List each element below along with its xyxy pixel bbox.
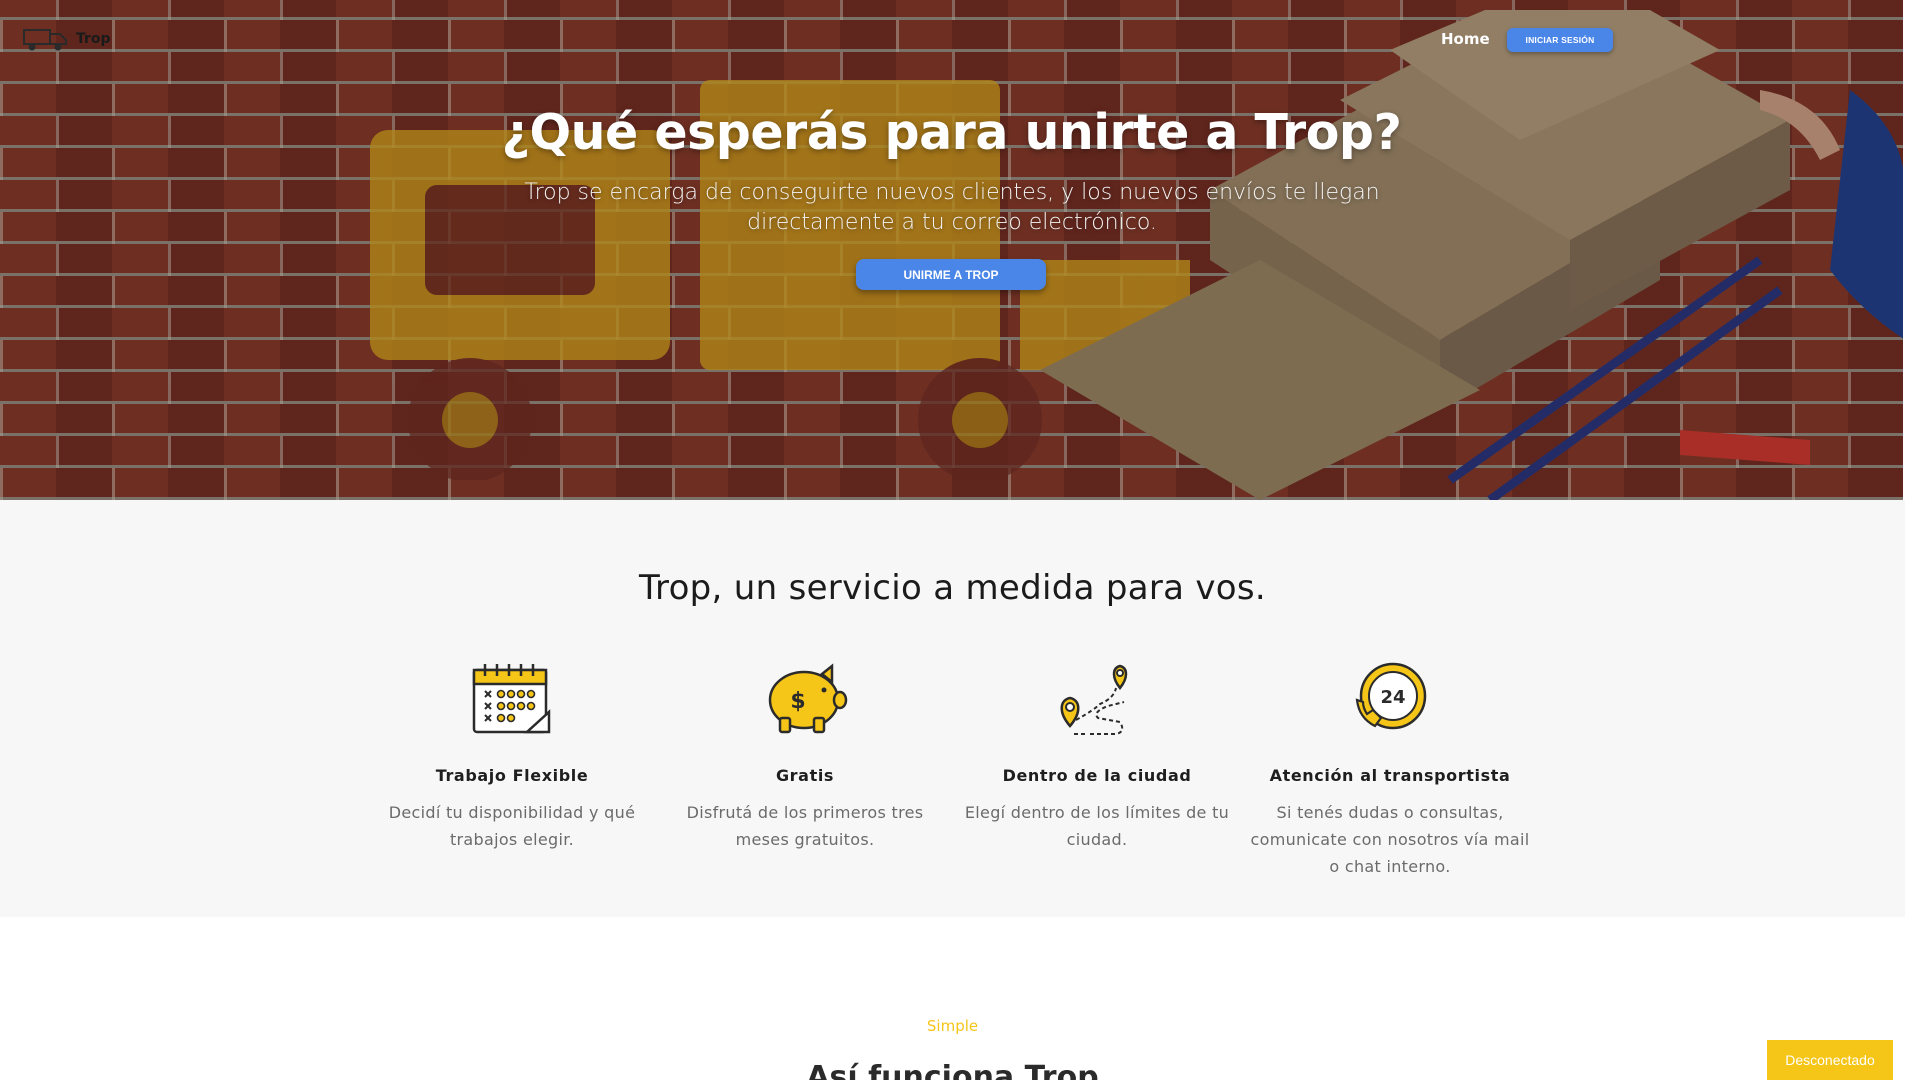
brand-logo[interactable]: Trop xyxy=(22,26,111,52)
hero-section: Trop Home INICIAR SESIÓN ¿Qué esperás pa… xyxy=(0,0,1903,500)
features-section: Trop, un servicio a medida para vos. Tra… xyxy=(0,500,1905,917)
feature-card-flexible: Trabajo Flexible Decidí tu disponibilida… xyxy=(366,660,658,853)
route-pin-icon xyxy=(1060,664,1128,735)
feature-text: Decidí tu disponibilidad y qué trabajos … xyxy=(388,803,636,849)
piggy-bank-icon: $ xyxy=(768,663,848,734)
feature-text: Si tenés dudas o consultas, comunicate c… xyxy=(1250,803,1530,876)
features-title: Trop, un servicio a medida para vos. xyxy=(638,568,1267,608)
feature-text: Disfrutá de los primeros tres meses grat… xyxy=(686,803,924,849)
feature-card-support: 24 Atención al transportista Si tenés du… xyxy=(1244,660,1536,880)
login-button[interactable]: INICIAR SESIÓN xyxy=(1507,28,1613,52)
hero-overlay xyxy=(0,0,1903,500)
feature-title: Trabajo Flexible xyxy=(435,766,589,785)
how-it-works-section: Simple Así funciona Trop xyxy=(0,917,1905,1080)
nav-home-link[interactable]: Home xyxy=(1441,30,1490,48)
feature-card-city: Dentro de la ciudad Elegí dentro de los … xyxy=(951,660,1243,853)
section-eyebrow: Simple xyxy=(926,1017,979,1035)
hero-subtitle: Trop se encarga de conseguirte nuevos cl… xyxy=(524,180,1380,235)
feature-title: Dentro de la ciudad xyxy=(1002,766,1192,785)
feature-card-free: $ Gratis Disfrutá de los primeros tres m… xyxy=(659,660,951,853)
join-trop-button[interactable]: UNIRME A TROP xyxy=(856,259,1046,290)
brand-name: Trop xyxy=(76,31,111,47)
feature-title: Atención al transportista xyxy=(1269,766,1511,785)
feature-text: Elegí dentro de los límites de tu ciudad… xyxy=(964,803,1230,849)
svg-text:24: 24 xyxy=(1380,687,1405,708)
support-24h-icon: 24 xyxy=(1355,662,1427,730)
how-it-works-title: Así funciona Trop xyxy=(806,1060,1099,1080)
svg-text:$: $ xyxy=(790,689,805,714)
connection-status-badge[interactable]: Desconectado xyxy=(1767,1040,1893,1080)
truck-logo-icon xyxy=(23,29,67,51)
feature-title: Gratis xyxy=(775,766,835,785)
hero-title: ¿Qué esperás para unirte a Trop? xyxy=(501,104,1402,161)
calendar-icon xyxy=(472,664,551,734)
